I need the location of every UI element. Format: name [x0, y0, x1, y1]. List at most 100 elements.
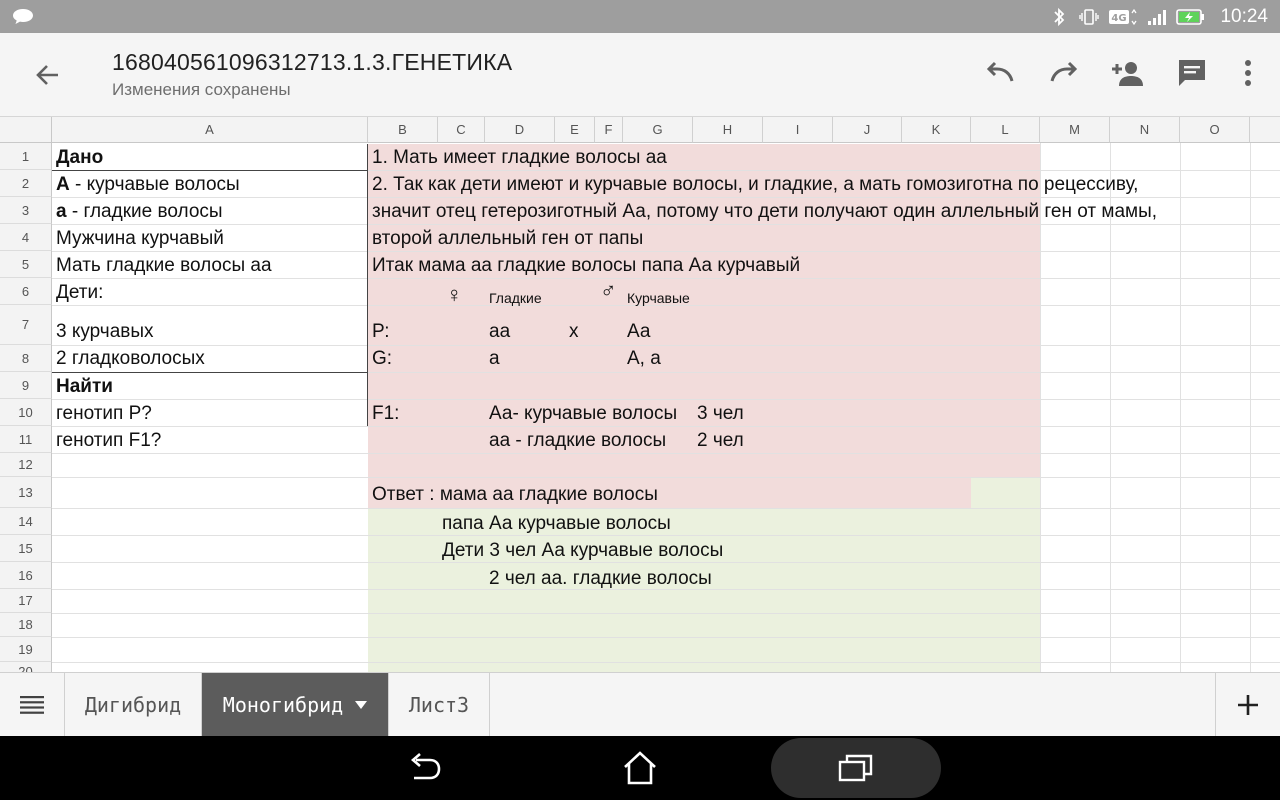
cell-b7[interactable]: Р: — [372, 321, 390, 343]
cell-e7[interactable]: х — [569, 321, 579, 343]
cell-b4[interactable]: второй аллельный ген от папы — [372, 228, 643, 250]
cell-g7[interactable]: Аа — [627, 321, 650, 343]
nav-back-button[interactable] — [402, 748, 446, 788]
cell-b10[interactable]: F1: — [372, 403, 399, 425]
column-header-i[interactable]: I — [763, 117, 833, 143]
cell-c15[interactable]: Дети 3 чел Аа курчавые волосы — [442, 540, 723, 562]
sheet-tab-monogibrid[interactable]: Моногибрид — [202, 673, 389, 737]
sheet-tab-label: Лист3 — [408, 693, 470, 717]
column-header-o[interactable]: O — [1180, 117, 1250, 143]
back-arrow-icon[interactable] — [30, 57, 66, 93]
nav-home-button[interactable] — [618, 748, 662, 788]
bluetooth-icon — [1054, 7, 1065, 26]
allele-recessive: а — [56, 201, 67, 222]
cell-d6[interactable]: Гладкие — [489, 287, 542, 309]
cell-a2[interactable]: А - курчавые волосы — [56, 174, 240, 196]
cell-a8[interactable]: 2 гладковолосых — [56, 348, 205, 370]
column-header-l[interactable]: L — [971, 117, 1040, 143]
row-header-5[interactable]: 5 — [0, 251, 52, 278]
more-options-button[interactable] — [1238, 53, 1258, 93]
row-header-14[interactable]: 14 — [0, 508, 52, 535]
cell-g6[interactable]: Курчавые — [627, 287, 690, 309]
cell-a10[interactable]: генотип Р? — [56, 403, 152, 425]
undo-button[interactable] — [982, 53, 1018, 93]
row-header-1[interactable]: 1 — [0, 143, 52, 170]
row-header-10[interactable]: 10 — [0, 399, 52, 426]
cell-c14[interactable]: папа Аа курчавые волосы — [442, 513, 671, 535]
vibrate-icon — [1079, 8, 1100, 25]
cell-b8[interactable]: G: — [372, 348, 392, 370]
cell-a7[interactable]: 3 курчавых — [56, 321, 154, 343]
network-4g-icon: 4G — [1109, 8, 1137, 25]
cell-a5[interactable]: Мать гладкие волосы аа — [56, 255, 272, 277]
share-button[interactable] — [1110, 53, 1146, 93]
column-header-a[interactable]: A — [52, 117, 368, 143]
cell-h10[interactable]: 3 чел — [697, 403, 744, 425]
column-header-j[interactable]: J — [833, 117, 902, 143]
sheet-tab-list3[interactable]: Лист3 — [389, 673, 490, 737]
cell-a3[interactable]: а - гладкие волосы — [56, 201, 223, 223]
undo-icon — [986, 61, 1014, 82]
column-header-c[interactable]: C — [438, 117, 485, 143]
column-header-g[interactable]: G — [623, 117, 693, 143]
row-header-8[interactable]: 8 — [0, 345, 52, 372]
row-header-3[interactable]: 3 — [0, 197, 52, 224]
cell-d8[interactable]: а — [489, 348, 500, 370]
column-header-h[interactable]: H — [693, 117, 763, 143]
column-header-m[interactable]: M — [1040, 117, 1110, 143]
row-header-20[interactable]: 20 — [0, 662, 52, 672]
nav-recents-button[interactable] — [834, 748, 878, 788]
add-person-icon — [1112, 62, 1143, 86]
sheet-tab-digibrid[interactable]: Дигибрид — [65, 673, 202, 737]
cell-b3[interactable]: значит отец гетерозиготный Аа, потому чт… — [372, 201, 1157, 223]
allele-dominant-desc: - курчавые волосы — [69, 174, 240, 195]
spreadsheet-grid[interactable]: A B C D E F G H I J K L M N O 1 2 3 4 5 … — [0, 117, 1280, 672]
row-header-12[interactable]: 12 — [0, 453, 52, 477]
sheet-tabs-bar: Дигибрид Моногибрид Лист3 — [0, 672, 1280, 737]
row-header-18[interactable]: 18 — [0, 613, 52, 637]
row-header-7[interactable]: 7 — [0, 305, 52, 345]
column-header-d[interactable]: D — [485, 117, 555, 143]
comments-button[interactable] — [1174, 53, 1210, 93]
dropdown-caret-icon[interactable] — [355, 701, 368, 709]
cell-b1[interactable]: 1. Мать имеет гладкие волосы аа — [372, 147, 667, 169]
cell-a1[interactable]: Дано — [56, 147, 103, 169]
row-header-11[interactable]: 11 — [0, 426, 52, 453]
cell-b5[interactable]: Итак мама аа гладкие волосы папа Аа курч… — [372, 255, 800, 277]
cell-d16[interactable]: 2 чел аа. гладкие волосы — [489, 568, 712, 590]
column-header-k[interactable]: K — [902, 117, 971, 143]
row-header-19[interactable]: 19 — [0, 637, 52, 662]
cell-g8[interactable]: А, а — [627, 348, 661, 370]
column-header-p[interactable] — [1250, 117, 1280, 143]
redo-button[interactable] — [1046, 53, 1082, 93]
column-header-b[interactable]: B — [368, 117, 438, 143]
cell-d7[interactable]: аа — [489, 321, 510, 343]
row-header-16[interactable]: 16 — [0, 562, 52, 589]
column-header-f[interactable]: F — [595, 117, 623, 143]
cell-a4[interactable]: Мужчина курчавый — [56, 228, 224, 250]
cell-b13[interactable]: Ответ : мама аа гладкие волосы — [372, 484, 658, 506]
row-header-17[interactable]: 17 — [0, 589, 52, 613]
cell-a6[interactable]: Дети: — [56, 282, 103, 304]
document-title: 1680405610963127​13.1.3.ГЕНЕТИКА — [112, 49, 513, 75]
row-header-13[interactable]: 13 — [0, 477, 52, 508]
row-header-15[interactable]: 15 — [0, 535, 52, 562]
comment-icon — [1179, 60, 1205, 86]
cell-a9[interactable]: Найти — [56, 376, 113, 398]
add-sheet-button[interactable] — [1215, 673, 1280, 737]
clock: 10:24 — [1220, 5, 1268, 27]
row-header-9[interactable]: 9 — [0, 372, 52, 399]
cell-b2[interactable]: 2. Так как дети имеют и курчавые волосы,… — [372, 174, 1138, 196]
cell-a11[interactable]: генотип F1? — [56, 430, 161, 452]
cell-d10[interactable]: Аа- курчавые волосы — [489, 403, 692, 425]
cell-d11[interactable]: аа - гладкие волосы — [489, 430, 666, 452]
select-all-corner[interactable] — [0, 117, 52, 143]
sheet-list-button[interactable] — [0, 673, 65, 737]
sheet-tab-label: Моногибрид — [222, 693, 344, 717]
cell-h11[interactable]: 2 чел — [697, 430, 744, 452]
column-header-n[interactable]: N — [1110, 117, 1180, 143]
column-header-e[interactable]: E — [555, 117, 595, 143]
row-header-4[interactable]: 4 — [0, 224, 52, 251]
row-header-6[interactable]: 6 — [0, 278, 52, 305]
row-header-2[interactable]: 2 — [0, 170, 52, 197]
